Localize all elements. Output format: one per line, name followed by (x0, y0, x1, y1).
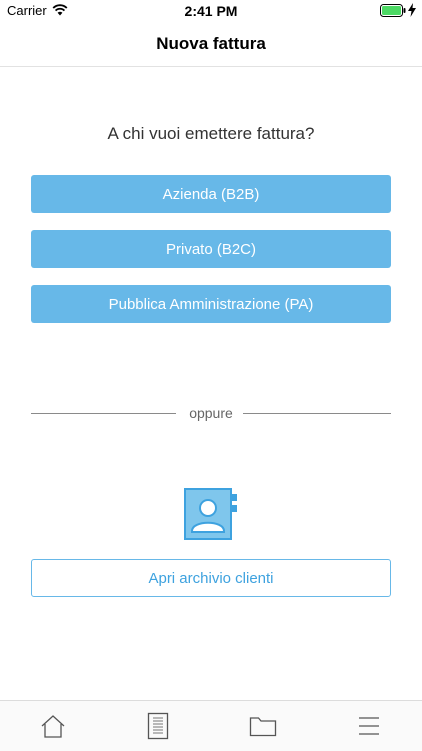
business-b2b-button[interactable]: Azienda (B2B) (31, 175, 391, 213)
folder-icon (249, 717, 277, 737)
charging-icon (408, 3, 416, 17)
tab-menu[interactable] (339, 701, 399, 751)
question-label: A chi vuoi emettere fattura? (107, 124, 315, 143)
status-bar: Carrier 2:41 PM (0, 0, 422, 22)
tab-bar (0, 700, 422, 751)
private-b2c-button[interactable]: Privato (B2C) (31, 230, 391, 268)
home-icon (41, 715, 65, 738)
tab-documents[interactable] (128, 701, 188, 751)
or-divider: oppure (31, 404, 391, 424)
divider-line-right (243, 413, 391, 414)
public-administration-pa-button[interactable]: Pubblica Amministrazione (PA) (31, 285, 391, 323)
document-icon (147, 712, 169, 740)
page-title: Nuova fattura (156, 34, 266, 53)
open-client-archive-button[interactable]: Apri archivio clienti (31, 559, 391, 597)
tab-home[interactable] (23, 701, 83, 751)
clock: 2:41 PM (184, 3, 238, 19)
tab-folders[interactable] (233, 701, 293, 751)
menu-icon (359, 717, 379, 735)
navigation-bar: Nuova fattura (0, 22, 422, 67)
address-book-icon (184, 488, 237, 540)
battery-icon (380, 4, 406, 17)
